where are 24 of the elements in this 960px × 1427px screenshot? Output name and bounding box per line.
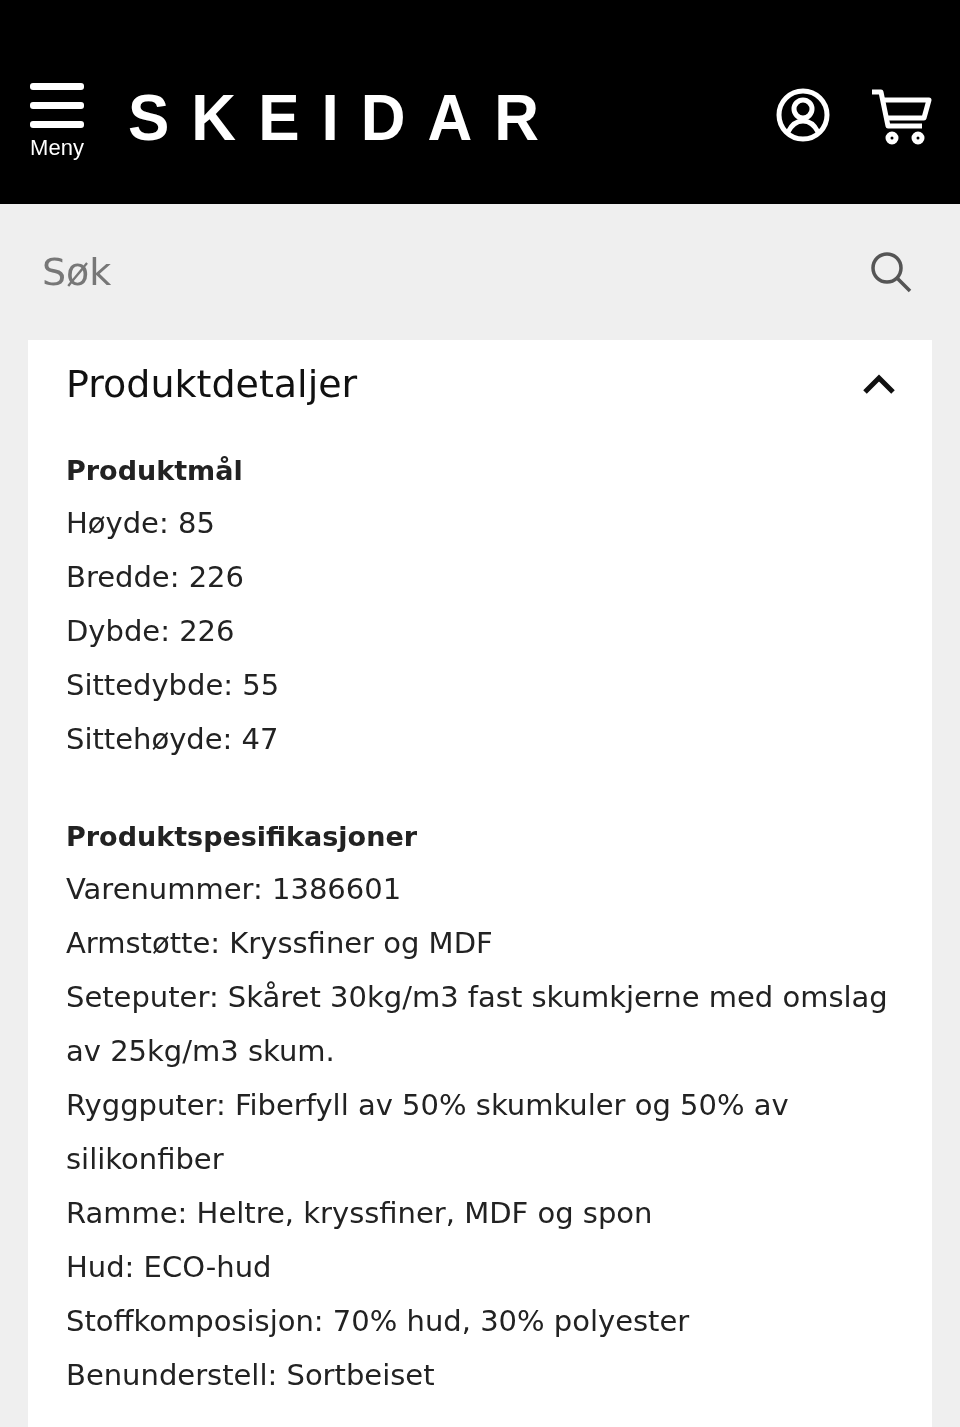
detail-line: Sittehøyde: 47 <box>66 721 280 758</box>
logo[interactable]: SKEIDAR <box>128 79 562 155</box>
search-icon[interactable] <box>870 251 912 293</box>
detail-line: Armstøtte: Kryssfiner og MDF <box>66 925 494 962</box>
detail-line: Sittedybde: 55 <box>66 667 281 704</box>
detail-line: Høyde: 85 <box>66 505 216 542</box>
details-header[interactable]: Produktdetaljer <box>66 362 896 406</box>
detail-line: Benunderstell: Sortbeiset <box>66 1357 436 1394</box>
detail-line: Ramme: Heltre, kryssfiner, MDF og spon <box>66 1195 654 1232</box>
section-heading: Produktspesifikasjoner <box>66 820 418 854</box>
user-icon <box>776 88 830 142</box>
detail-line: Bredde: 226 <box>66 559 246 596</box>
search-field[interactable]: Søk <box>40 249 870 295</box>
menu-button[interactable]: Meny <box>30 83 84 161</box>
detail-line: Stoffkomposisjon: 70% hud, 30% polyester <box>66 1303 691 1340</box>
detail-line: Hud: ECO-hud <box>66 1249 273 1286</box>
detail-line: Varenummer: 1386601 <box>66 871 403 908</box>
cart-icon <box>870 88 932 146</box>
section-heading: Produktmål <box>66 454 244 488</box>
detail-line: Dybde: 226 <box>66 613 236 650</box>
detail-line: Seteputer: Skåret 30kg/m3 fast skumkjerne med omslag av 25kg/m3 skum. <box>66 979 889 1070</box>
menu-icon <box>30 83 84 129</box>
cart-button[interactable] <box>870 88 932 146</box>
detail-line: Ryggputer: Fiberfyll av 50% skumkuler og 50% av silikonfiber <box>66 1087 790 1178</box>
